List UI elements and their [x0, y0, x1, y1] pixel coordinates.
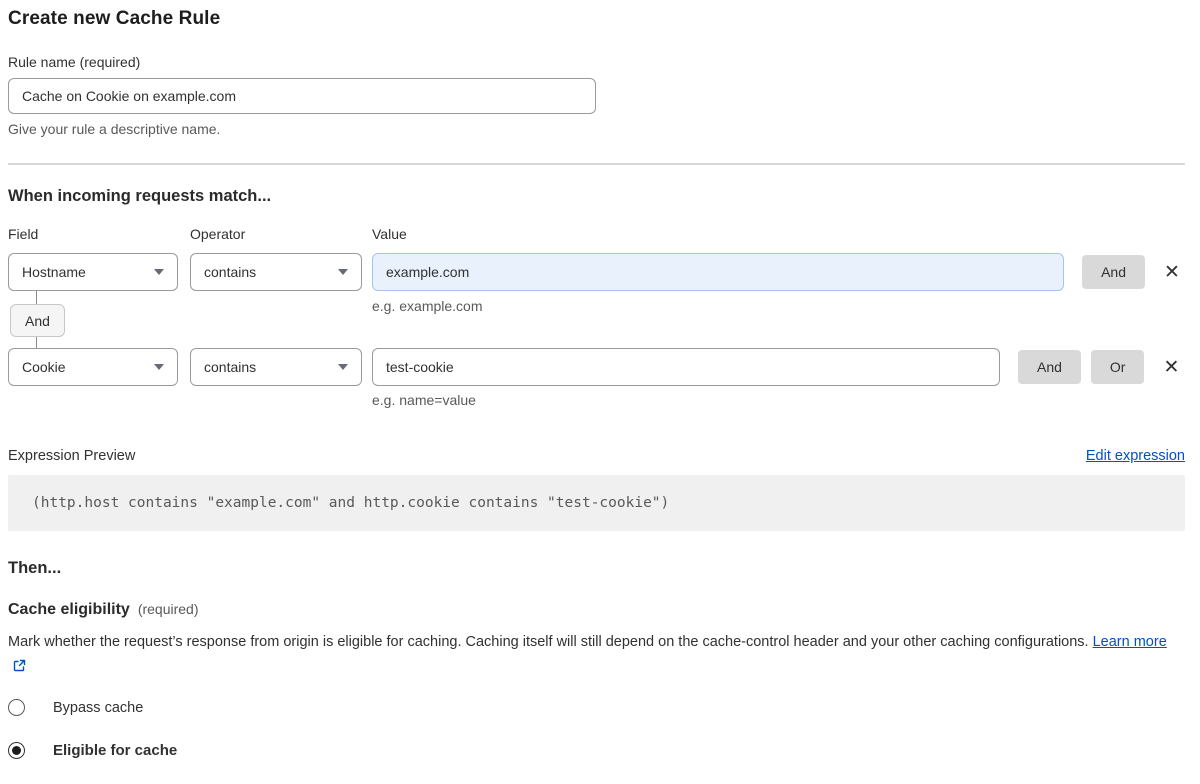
section-divider: [8, 163, 1185, 165]
condition-value-input[interactable]: [372, 348, 1000, 386]
learn-more-link[interactable]: Learn more: [1093, 634, 1167, 650]
edit-expression-link[interactable]: Edit expression: [1086, 448, 1185, 464]
bypass-cache-option[interactable]: Bypass cache: [8, 699, 1185, 716]
required-tag: (required): [138, 601, 199, 617]
operator-select[interactable]: contains: [190, 348, 362, 386]
cache-eligibility-options: Bypass cache Eligible for cache: [8, 699, 1185, 759]
eligible-for-cache-label: Eligible for cache: [53, 742, 177, 759]
and-operator-button[interactable]: And: [1082, 255, 1145, 289]
connector-line: [36, 291, 37, 304]
rule-name-input[interactable]: [8, 78, 596, 114]
operator-select[interactable]: contains: [190, 253, 362, 291]
condition-value-input[interactable]: [372, 253, 1064, 291]
cache-eligibility-description: Mark whether the request’s response from…: [8, 630, 1168, 680]
external-link-icon: [13, 656, 26, 680]
value-column-label: Value: [372, 225, 407, 243]
create-cache-rule-page: Create new Cache Rule Rule name (require…: [0, 0, 1200, 759]
condition-row: Hostname contains And ✕: [8, 253, 1185, 291]
condition-hint-zone: e.g. name=value: [8, 386, 1185, 409]
description-text: Mark whether the request’s response from…: [8, 634, 1089, 650]
remove-condition-button[interactable]: ✕: [1158, 354, 1184, 380]
remove-condition-button[interactable]: ✕: [1159, 259, 1185, 285]
cache-eligibility-heading-row: Cache eligibility (required): [8, 601, 1185, 619]
expression-preview-label: Expression Preview: [8, 448, 135, 464]
page-title: Create new Cache Rule: [8, 8, 1185, 30]
eligible-for-cache-option[interactable]: Eligible for cache: [8, 742, 1185, 759]
then-heading: Then...: [8, 557, 1185, 579]
value-hint: e.g. example.com: [372, 297, 483, 315]
expression-preview-code: (http.host contains "example.com" and ht…: [8, 475, 1185, 531]
chevron-down-icon: [338, 364, 348, 370]
rule-name-helper: Give your rule a descriptive name.: [8, 120, 1185, 138]
rule-name-label: Rule name (required): [8, 53, 1185, 71]
connector-line: [36, 337, 37, 348]
value-hint: e.g. name=value: [372, 391, 476, 409]
condition-connector-zone: And e.g. example.com: [8, 291, 1185, 348]
condition-row: Cookie contains And Or ✕: [8, 348, 1185, 386]
expression-header: Expression Preview Edit expression: [8, 448, 1185, 464]
field-select-value: Cookie: [22, 359, 66, 375]
condition-column-labels: Field Operator Value: [8, 225, 1185, 243]
match-section-heading: When incoming requests match...: [8, 185, 1185, 207]
field-select[interactable]: Hostname: [8, 253, 178, 291]
radio-unselected-icon[interactable]: [8, 699, 25, 716]
or-operator-button[interactable]: Or: [1091, 350, 1145, 384]
chevron-down-icon: [154, 364, 164, 370]
field-column-label: Field: [8, 225, 190, 243]
field-select-value: Hostname: [22, 264, 86, 280]
cache-eligibility-heading: Cache eligibility: [8, 601, 130, 619]
chevron-down-icon: [154, 269, 164, 275]
operator-select-value: contains: [204, 264, 256, 280]
field-select[interactable]: Cookie: [8, 348, 178, 386]
radio-selected-icon[interactable]: [8, 742, 25, 759]
close-icon: ✕: [1164, 261, 1180, 283]
close-icon: ✕: [1164, 356, 1180, 378]
bypass-cache-label: Bypass cache: [53, 700, 143, 716]
chevron-down-icon: [338, 269, 348, 275]
and-operator-button[interactable]: And: [1018, 350, 1081, 384]
operator-select-value: contains: [204, 359, 256, 375]
operator-column-label: Operator: [190, 225, 372, 243]
condition-connector-button[interactable]: And: [10, 304, 65, 337]
